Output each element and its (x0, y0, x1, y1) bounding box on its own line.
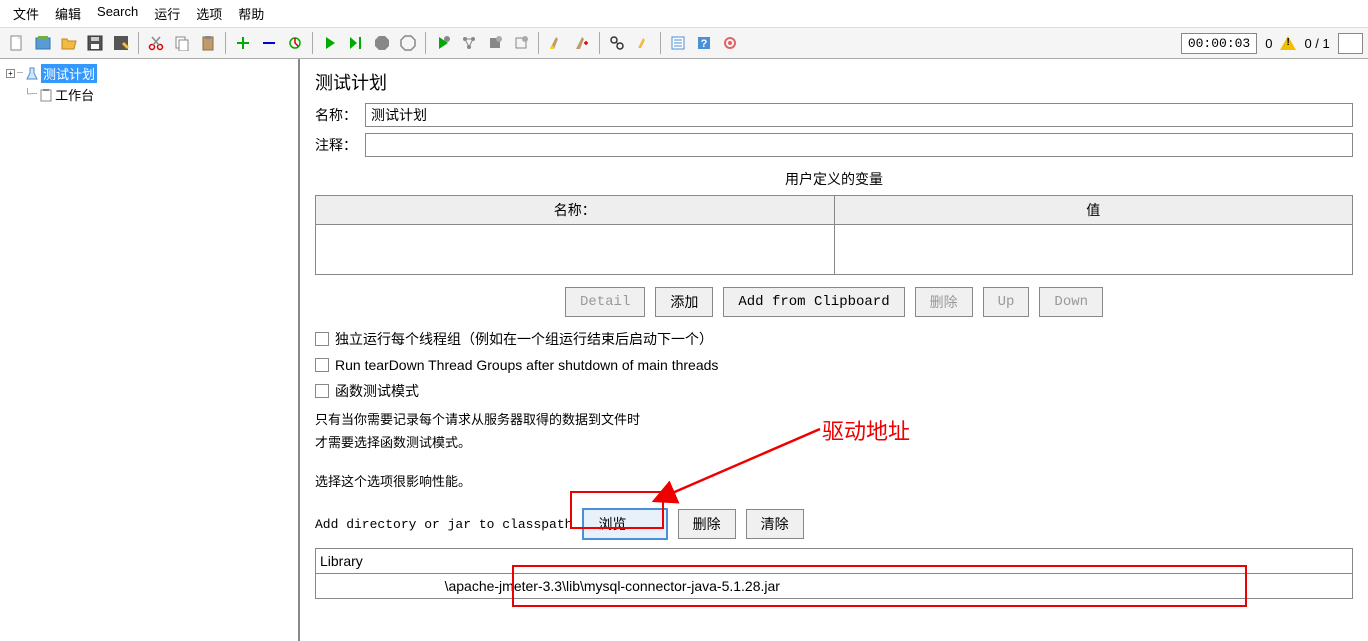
name-input[interactable] (365, 103, 1353, 127)
classpath-label: Add directory or jar to classpath (315, 517, 572, 532)
toolbar-status: 00:00:03 0 0 / 1 (1181, 33, 1363, 54)
add-button[interactable]: 添加 (655, 287, 713, 317)
templates-icon[interactable] (31, 31, 55, 55)
paste-icon[interactable] (196, 31, 220, 55)
clear-button[interactable]: 清除 (746, 509, 804, 539)
checkbox-icon[interactable] (315, 384, 329, 398)
col-value: 值 (834, 196, 1353, 225)
warn-count: 0 (1265, 36, 1272, 51)
classpath-row: Add directory or jar to classpath 浏览... … (315, 508, 1353, 540)
open-icon[interactable] (57, 31, 81, 55)
clear-icon[interactable] (544, 31, 568, 55)
check-functional[interactable]: 函数测试模式 (315, 381, 1353, 401)
tree-item-testplan[interactable]: 测试计划 (41, 64, 97, 83)
table-row[interactable] (316, 225, 1353, 275)
reset-search-icon[interactable] (631, 31, 655, 55)
copy-icon[interactable] (170, 31, 194, 55)
comment-label: 注释： (315, 135, 365, 155)
save-icon[interactable] (83, 31, 107, 55)
tree-root-row[interactable]: + ┄ 测试计划 (4, 63, 294, 84)
menu-help[interactable]: 帮助 (230, 2, 272, 25)
check-functional-label: 函数测试模式 (335, 381, 419, 401)
expander-icon[interactable]: + (6, 69, 15, 78)
thread-ratio: 0 / 1 (1304, 36, 1329, 51)
delete-button[interactable]: 删除 (915, 287, 973, 317)
timer: 00:00:03 (1181, 33, 1257, 54)
name-label: 名称： (315, 105, 365, 125)
comment-input[interactable] (365, 133, 1353, 157)
check-serial[interactable]: 独立运行每个线程组（例如在一个组运行结束后启动下一个） (315, 329, 1353, 349)
status-indicator (1338, 33, 1363, 54)
col-name: 名称： (316, 196, 835, 225)
cut-icon[interactable] (144, 31, 168, 55)
tree-panel: + ┄ 测试计划 └┄ 工作台 (0, 59, 300, 641)
tree-child-row[interactable]: └┄ 工作台 (22, 84, 294, 105)
shutdown-icon[interactable] (396, 31, 420, 55)
remote-start-icon[interactable] (431, 31, 455, 55)
note-line3: 选择这个选项很影响性能。 (315, 471, 1353, 490)
annotation-driver-text: 驱动地址 (822, 414, 910, 446)
checkbox-icon[interactable] (315, 332, 329, 346)
menu-options[interactable]: 选项 (188, 2, 230, 25)
vars-table: 名称： 值 (315, 195, 1353, 275)
clear-all-icon[interactable] (570, 31, 594, 55)
function-icon[interactable] (666, 31, 690, 55)
toolbar: ? 00:00:03 0 0 / 1 (0, 28, 1368, 59)
tree-connector: └┄ (24, 89, 37, 100)
vars-button-row: Detail 添加 Add from Clipboard 删除 Up Down (315, 287, 1353, 317)
start-icon[interactable] (318, 31, 342, 55)
svg-text:?: ? (701, 38, 708, 50)
menu-edit[interactable]: 编辑 (47, 2, 89, 25)
annotation-box-library (512, 565, 1247, 607)
check-serial-label: 独立运行每个线程组（例如在一个组运行结束后启动下一个） (335, 329, 713, 349)
detail-button[interactable]: Detail (565, 287, 645, 317)
save-as-icon[interactable] (109, 31, 133, 55)
check-teardown[interactable]: Run tearDown Thread Groups after shutdow… (315, 357, 1353, 373)
menu-file[interactable]: 文件 (5, 2, 47, 25)
content-panel: 测试计划 名称： 注释： 用户定义的变量 名称： 值 Detail 添加 Add… (300, 59, 1368, 641)
toggle-icon[interactable] (283, 31, 307, 55)
up-button[interactable]: Up (983, 287, 1030, 317)
menubar: 文件 编辑 Search 运行 选项 帮助 (0, 0, 1368, 28)
remote-stop-icon[interactable] (483, 31, 507, 55)
menu-run[interactable]: 运行 (146, 2, 188, 25)
panel-title: 测试计划 (315, 69, 1353, 95)
checkbox-icon[interactable] (315, 358, 329, 372)
vars-section-title: 用户定义的变量 (315, 169, 1353, 189)
delete-jar-button[interactable]: 删除 (678, 509, 736, 539)
expand-icon[interactable] (231, 31, 255, 55)
workbench-icon (39, 88, 53, 102)
tree-item-workbench[interactable]: 工作台 (55, 85, 94, 104)
remote-start-all-icon[interactable] (457, 31, 481, 55)
annotation-box-browse (570, 491, 664, 529)
tree-connector: ┄ (17, 68, 23, 79)
gear-icon[interactable] (718, 31, 742, 55)
new-icon[interactable] (5, 31, 29, 55)
collapse-icon[interactable] (257, 31, 281, 55)
start-no-pause-icon[interactable] (344, 31, 368, 55)
search-icon[interactable] (605, 31, 629, 55)
stop-icon[interactable] (370, 31, 394, 55)
check-teardown-label: Run tearDown Thread Groups after shutdow… (335, 357, 718, 373)
help-icon[interactable]: ? (692, 31, 716, 55)
test-plan-icon (25, 67, 39, 81)
down-button[interactable]: Down (1039, 287, 1103, 317)
add-clipboard-button[interactable]: Add from Clipboard (723, 287, 904, 317)
warning-icon (1280, 36, 1296, 50)
menu-search[interactable]: Search (89, 2, 146, 25)
remote-shutdown-icon[interactable] (509, 31, 533, 55)
